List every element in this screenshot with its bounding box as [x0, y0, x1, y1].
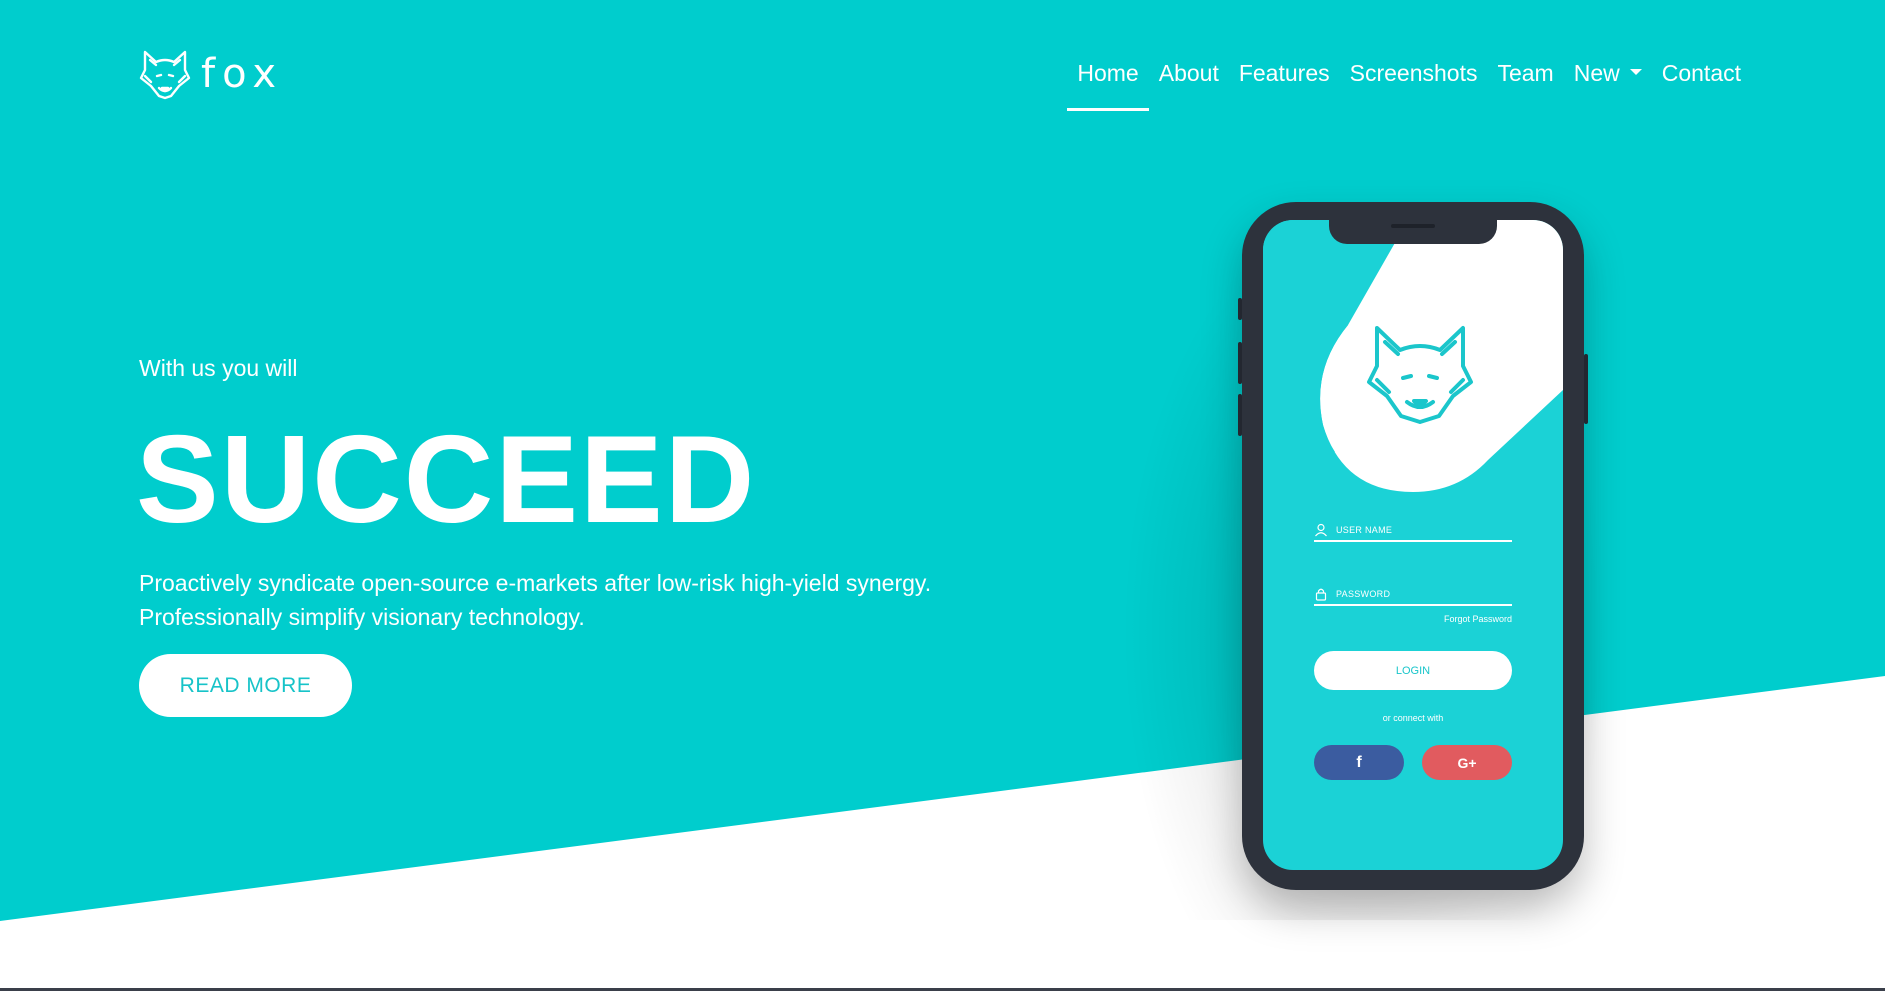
nav-item-team[interactable]: Team: [1487, 56, 1563, 111]
nav-item-label: New: [1573, 60, 1620, 86]
hero-tagline: With us you will: [139, 355, 298, 381]
facebook-icon: f: [1356, 753, 1362, 771]
caret-down-icon: [1629, 68, 1642, 75]
hero-description-line: Proactively syndicate open-source e-mark…: [139, 570, 932, 596]
nav-item-contact[interactable]: Contact: [1652, 56, 1751, 111]
nav-item-features[interactable]: Features: [1229, 56, 1340, 111]
nav-item-label: About: [1158, 60, 1219, 86]
brand-logo[interactable]: fox: [139, 48, 283, 100]
facebook-button[interactable]: f: [1314, 745, 1404, 780]
password-field[interactable]: PASSWORD: [1314, 584, 1512, 606]
login-button[interactable]: LOGIN: [1314, 651, 1512, 690]
brand-name: fox: [201, 51, 283, 97]
phone-side-button: [1238, 342, 1242, 384]
connect-with-label: or connect with: [1382, 713, 1444, 723]
hero-description-line: Professionally simplify visionary techno…: [139, 604, 585, 630]
username-label: USER NAME: [1336, 525, 1393, 535]
phone-side-button: [1238, 394, 1242, 436]
forgot-password-link[interactable]: Forgot Password: [1412, 614, 1512, 624]
landing-page: fox Home About Features Screenshots Team…: [0, 0, 1885, 991]
username-field[interactable]: USER NAME: [1314, 520, 1512, 542]
nav-item-new-dropdown[interactable]: New: [1564, 56, 1652, 111]
google-plus-icon: G+: [1457, 754, 1477, 771]
google-plus-button[interactable]: G+: [1422, 745, 1512, 780]
fox-head-icon: [139, 50, 191, 100]
hero-headline: SUCCEED: [136, 411, 757, 549]
nav-item-label: Features: [1238, 60, 1330, 86]
nav-item-label: Contact: [1661, 60, 1741, 86]
lock-icon: [1315, 588, 1327, 601]
app-fox-head-icon: [1367, 326, 1473, 424]
read-more-button[interactable]: READ MORE: [139, 654, 352, 717]
phone-side-button: [1238, 298, 1242, 320]
nav-item-about[interactable]: About: [1149, 56, 1229, 111]
phone-side-button: [1584, 354, 1588, 424]
nav-item-label: Home: [1077, 60, 1139, 86]
user-icon: [1315, 523, 1327, 537]
password-label: PASSWORD: [1336, 589, 1391, 599]
nav-item-label: Team: [1497, 60, 1554, 86]
phone-speaker: [1391, 224, 1435, 228]
main-nav: Home About Features Screenshots Team New…: [1067, 56, 1751, 111]
hero-description: Proactively syndicate open-source e-mark…: [139, 566, 959, 634]
phone-notch: [1329, 216, 1497, 244]
nav-item-screenshots[interactable]: Screenshots: [1340, 56, 1488, 111]
nav-item-home[interactable]: Home: [1067, 56, 1150, 111]
nav-item-label: Screenshots: [1349, 60, 1478, 86]
